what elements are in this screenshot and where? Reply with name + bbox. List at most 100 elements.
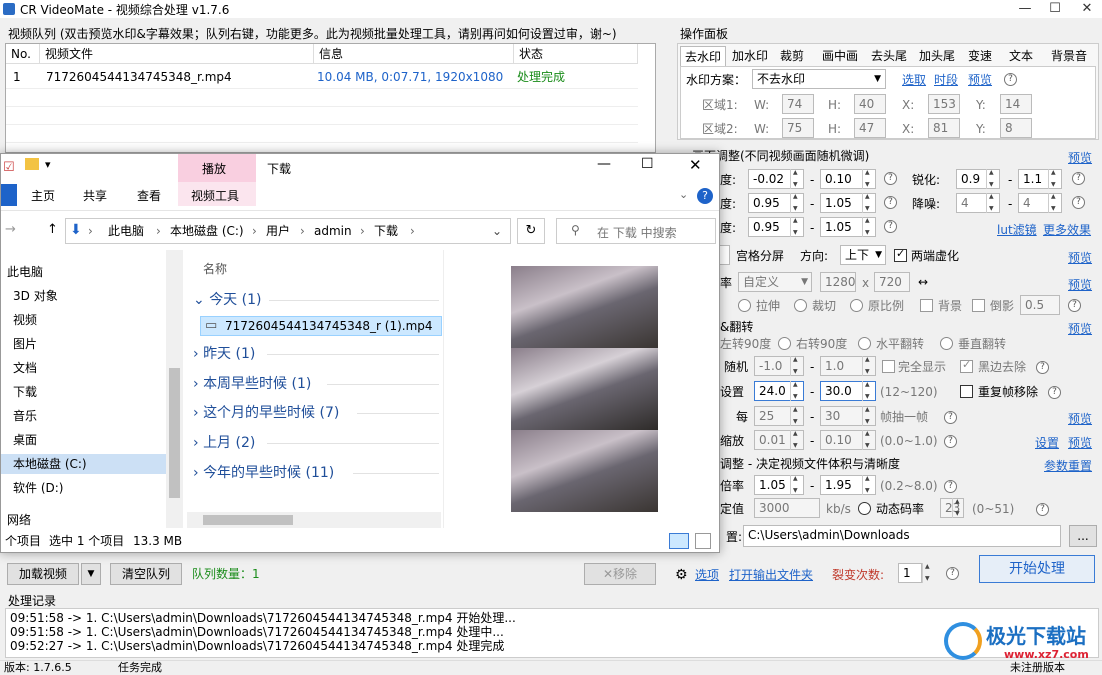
nav-music[interactable]: 音乐 (1, 406, 166, 426)
blur-checkbox[interactable]: ✓ (894, 247, 907, 262)
region2-w[interactable]: 75 (782, 118, 814, 138)
tab-share[interactable]: 共享 (83, 186, 107, 206)
help-icon[interactable]: ? (1036, 361, 1049, 374)
load-video-button[interactable]: 加载视频 (7, 563, 79, 585)
tab-view[interactable]: 查看 (137, 186, 161, 206)
region1-w[interactable]: 74 (782, 94, 814, 114)
browse-button[interactable]: ... (1069, 525, 1097, 547)
group-last-month[interactable]: › 上月 (2) (193, 433, 255, 453)
nav-desktop[interactable]: 桌面 (1, 430, 166, 450)
tab-crop[interactable]: 裁剪 (774, 46, 810, 66)
group-yesterday[interactable]: › 昨天 (1) (193, 344, 255, 364)
nav-network[interactable]: 网络 (1, 510, 166, 530)
nav-downloads[interactable]: 下载 (1, 382, 166, 402)
period-link[interactable]: 时段 (934, 71, 958, 89)
minimize-icon[interactable]: — (597, 156, 611, 172)
help-icon[interactable]: ? (946, 567, 959, 580)
close-button[interactable]: ✕ (1072, 0, 1102, 18)
column-name[interactable]: 名称 (203, 260, 227, 277)
up-icon[interactable]: ↑ (47, 222, 58, 237)
chevron-down-icon[interactable]: ⌄ (492, 223, 502, 239)
tab-bgm[interactable]: 背景音 (1044, 46, 1094, 66)
nav-3d[interactable]: 3D 对象 (1, 286, 166, 306)
help-icon[interactable]: ? (1072, 196, 1085, 209)
tab-speed[interactable]: 变速 (962, 46, 998, 66)
close-icon[interactable]: ✕ (689, 156, 702, 174)
help-icon[interactable]: ? (697, 188, 713, 204)
help-icon[interactable]: ? (1048, 386, 1061, 399)
col-status[interactable]: 状态 (514, 44, 638, 64)
details-view-icon[interactable] (669, 533, 689, 549)
maximize-button[interactable]: ☐ (1040, 0, 1070, 18)
col-file[interactable]: 视频文件 (40, 44, 314, 64)
region2-y[interactable]: 8 (1000, 118, 1032, 138)
help-icon[interactable]: ? (1004, 73, 1017, 86)
col-no[interactable]: No. (6, 44, 40, 64)
region1-x[interactable]: 153 (928, 94, 960, 114)
crumb-pc[interactable]: 此电脑 (108, 223, 144, 239)
stretch-radio[interactable] (738, 299, 751, 312)
options-link[interactable]: 选项 (695, 566, 719, 584)
log-box[interactable]: 09:51:58 -> 1. C:\Users\admin\Downloads\… (5, 608, 1099, 658)
output-path[interactable]: C:\Users\admin\Downloads (743, 525, 1061, 547)
swap-icon[interactable]: ↔ (918, 273, 928, 291)
resolution-select[interactable]: 自定义 ▼ (738, 272, 812, 292)
lut-link[interactable]: lut滤镜 (997, 221, 1037, 239)
nav-documents[interactable]: 文档 (1, 358, 166, 378)
minimize-button[interactable]: — (1010, 0, 1040, 18)
crumb-c[interactable]: 本地磁盘 (C:) (170, 223, 244, 239)
load-menu-button[interactable]: ▼ (81, 563, 101, 585)
nav-pictures[interactable]: 图片 (1, 334, 166, 354)
split-count[interactable]: 1 (898, 563, 922, 583)
res-width[interactable]: 1280 (820, 272, 856, 292)
col-info[interactable]: 信息 (314, 44, 514, 64)
help-icon[interactable]: ? (944, 411, 957, 424)
help-icon[interactable]: ? (1068, 299, 1081, 312)
chevron-down-icon[interactable]: ⌄ (679, 188, 688, 201)
tab-remove-watermark[interactable]: 去水印 (680, 46, 726, 66)
forward-icon[interactable]: → (5, 222, 16, 237)
address-bar[interactable]: ⬇ › 此电脑 › 本地磁盘 (C:) › 用户 › admin › 下载 › … (65, 218, 511, 244)
tab-home[interactable]: 主页 (31, 186, 55, 206)
region2-h[interactable]: 47 (854, 118, 886, 138)
nav-scrollbar[interactable] (166, 250, 183, 528)
tab-trim[interactable]: 去头尾 (866, 46, 912, 66)
help-icon[interactable]: ? (884, 172, 897, 185)
help-icon[interactable]: ? (944, 480, 957, 493)
preview-view-icon[interactable] (695, 533, 711, 549)
help-icon[interactable]: ? (1072, 172, 1085, 185)
group-this-year[interactable]: › 今年的早些时候 (11) (193, 463, 334, 483)
tab-add-head[interactable]: 加头尾 (914, 46, 960, 66)
region1-h[interactable]: 40 (854, 94, 886, 114)
help-icon[interactable]: ? (884, 196, 897, 209)
region2-x[interactable]: 81 (928, 118, 960, 138)
group-this-week[interactable]: › 本周早些时候 (1) (193, 374, 311, 394)
crumb-downloads[interactable]: 下载 (374, 223, 398, 239)
file-item-selected[interactable]: ▭ 7172604544134745348_r (1).mp4 (200, 316, 442, 336)
maximize-icon[interactable]: ☐ (641, 156, 654, 172)
help-icon[interactable]: ? (1036, 503, 1049, 516)
tab-pip[interactable]: 画中画 (816, 46, 864, 66)
select-link[interactable]: 选取 (902, 71, 926, 89)
tab-video-tools[interactable]: 视频工具 (191, 186, 239, 206)
help-icon[interactable]: ? (944, 435, 957, 448)
group-today[interactable]: ⌄ 今天 (1) (193, 290, 261, 310)
context-tab[interactable]: 播放 (202, 160, 226, 177)
quick-access-icon[interactable]: ▾ (45, 158, 51, 171)
clear-queue-button[interactable]: 清空队列 (110, 563, 182, 585)
preview-link[interactable]: 预览 (968, 71, 992, 89)
nav-drive-d[interactable]: 软件 (D:) (1, 478, 166, 498)
queue-list[interactable]: No. 视频文件 信息 状态 1 7172604544134745348_r.m… (5, 43, 656, 153)
watermark-select[interactable]: 不去水印 ▼ (752, 69, 886, 89)
search-box[interactable]: ⚲ 在 下载 中搜索 (556, 218, 716, 244)
region1-y[interactable]: 14 (1000, 94, 1032, 114)
nav-videos[interactable]: 视频 (1, 310, 166, 330)
res-height[interactable]: 720 (874, 272, 910, 292)
adjust-preview[interactable]: 预览 (1068, 149, 1092, 167)
fixed-bitrate[interactable]: 3000 (754, 498, 820, 518)
more-effects-link[interactable]: 更多效果 (1043, 221, 1091, 239)
crumb-users[interactable]: 用户 (266, 223, 290, 239)
gear-icon[interactable]: ⚙ (675, 566, 688, 584)
crumb-admin[interactable]: admin (314, 223, 352, 239)
nav-this-pc[interactable]: 此电脑 (1, 262, 166, 282)
